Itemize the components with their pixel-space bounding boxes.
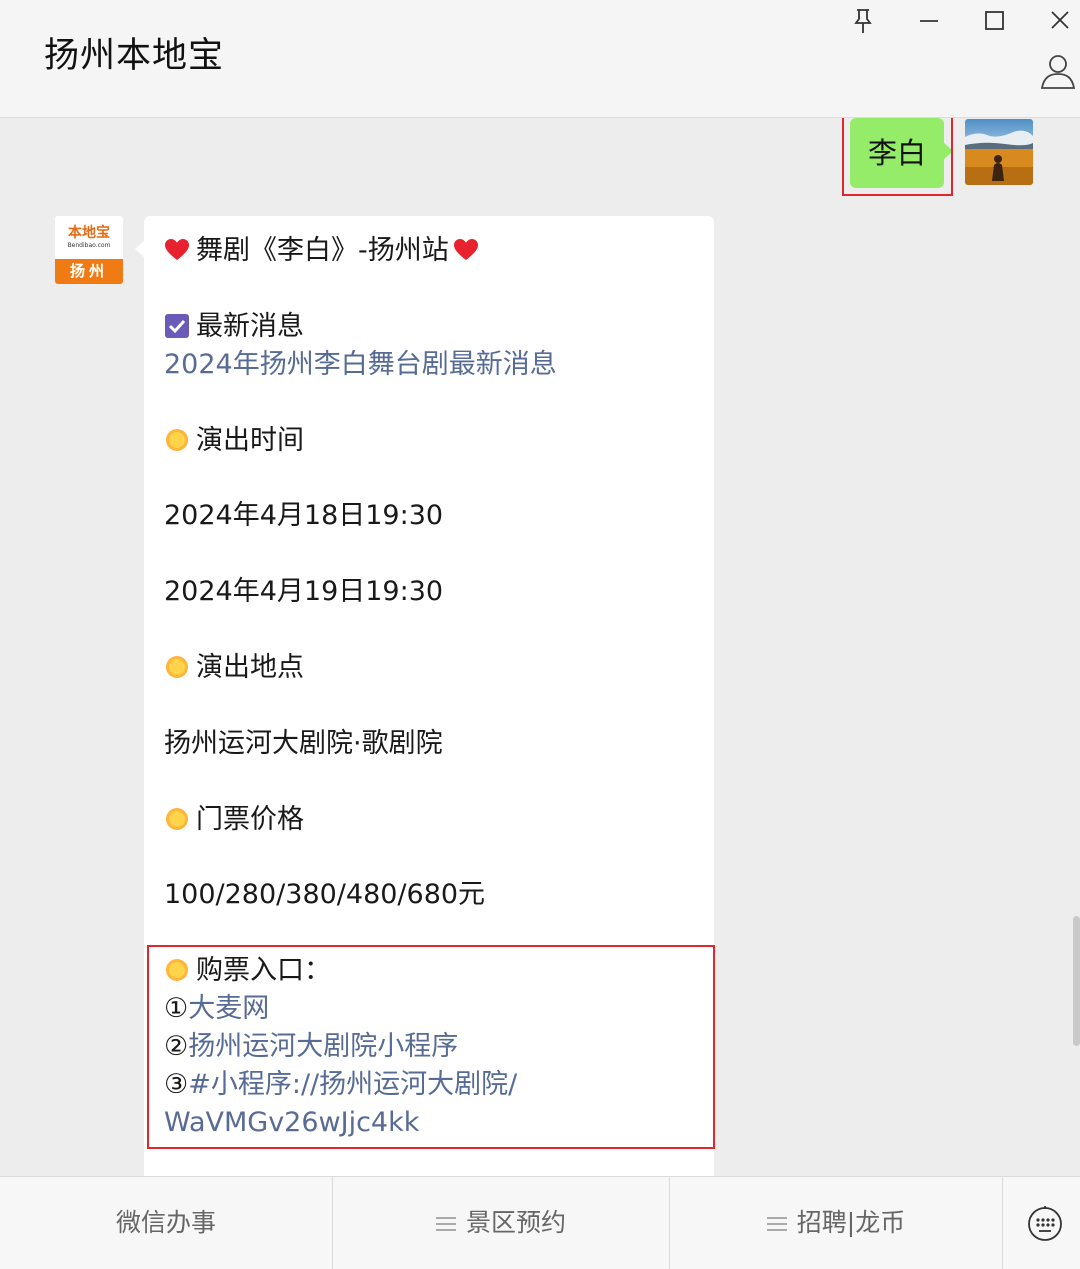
heart-icon <box>453 237 479 263</box>
sun-icon <box>164 654 190 680</box>
show-time-1: 2024年4月18日19:30 <box>164 500 444 531</box>
message-title: 舞剧《李白》-扬州站 <box>164 232 485 270</box>
maximize-icon[interactable] <box>977 4 1011 38</box>
menu-jobs-coins[interactable]: 招聘|龙币 <box>670 1177 1003 1269</box>
brand-logo-area: 本地宝 Bendibao.com <box>55 216 123 259</box>
user-avatar[interactable] <box>965 119 1033 185</box>
chat-title: 扬州本地宝 <box>44 36 225 76</box>
latest-news-link[interactable]: 2024年扬州李白舞台剧最新消息 <box>164 346 557 384</box>
brand-logo-subtext: Bendibao.com <box>67 242 111 249</box>
menu-list-icon <box>766 1216 787 1232</box>
show-time-heading: 演出时间 <box>164 422 304 460</box>
check-box-icon <box>164 313 190 339</box>
menu-scenic-booking[interactable]: 景区预约 <box>333 1177 670 1269</box>
show-time-heading-text: 演出时间 <box>196 425 304 456</box>
venue-heading: 演出地点 <box>164 649 304 687</box>
pin-icon[interactable] <box>846 4 880 38</box>
sun-icon <box>164 806 190 832</box>
latest-news-heading: 最新消息 <box>164 308 304 346</box>
official-account-avatar[interactable]: 本地宝 Bendibao.com 扬州 <box>55 216 123 284</box>
purchase-highlight-box <box>147 945 715 1149</box>
sun-icon <box>164 427 190 453</box>
brand-city-label: 扬州 <box>55 259 123 284</box>
close-icon[interactable] <box>1043 4 1077 38</box>
show-time-2: 2024年4月19日19:30 <box>164 576 444 607</box>
keyboard-icon[interactable] <box>1026 1205 1064 1243</box>
brand-logo-text: 本地宝 <box>68 225 110 241</box>
chat-scrollbar[interactable] <box>1073 916 1080 1046</box>
price-text: 100/280/380/480/680元 <box>164 879 486 910</box>
latest-news-heading-text: 最新消息 <box>196 311 304 342</box>
title-bar: 扬州本地宝 <box>0 0 1080 118</box>
menu-wechat-services[interactable]: 微信办事 <box>0 1177 333 1269</box>
menu-item-label: 招聘|龙币 <box>796 1208 906 1237</box>
menu-item-label: 微信办事 <box>115 1208 216 1237</box>
chat-area[interactable]: 李白 本地宝 Bendibao.com 扬州 舞剧《李白》-扬州站 最新消息 2… <box>0 118 1080 1176</box>
minimize-icon[interactable] <box>912 4 946 38</box>
price-heading-text: 门票价格 <box>196 804 304 835</box>
outgoing-highlight-box <box>842 118 953 196</box>
bottom-menu-bar: 微信办事 景区预约 招聘|龙币 <box>0 1176 1080 1269</box>
message-title-text: 舞剧《李白》-扬州站 <box>196 235 449 266</box>
person-icon[interactable] <box>1038 50 1078 92</box>
venue-heading-text: 演出地点 <box>196 652 304 683</box>
venue-text: 扬州运河大剧院·歌剧院 <box>164 728 443 759</box>
menu-item-label: 景区预约 <box>465 1208 566 1237</box>
heart-icon <box>164 237 190 263</box>
price-heading: 门票价格 <box>164 801 304 839</box>
menu-list-icon <box>435 1216 456 1232</box>
